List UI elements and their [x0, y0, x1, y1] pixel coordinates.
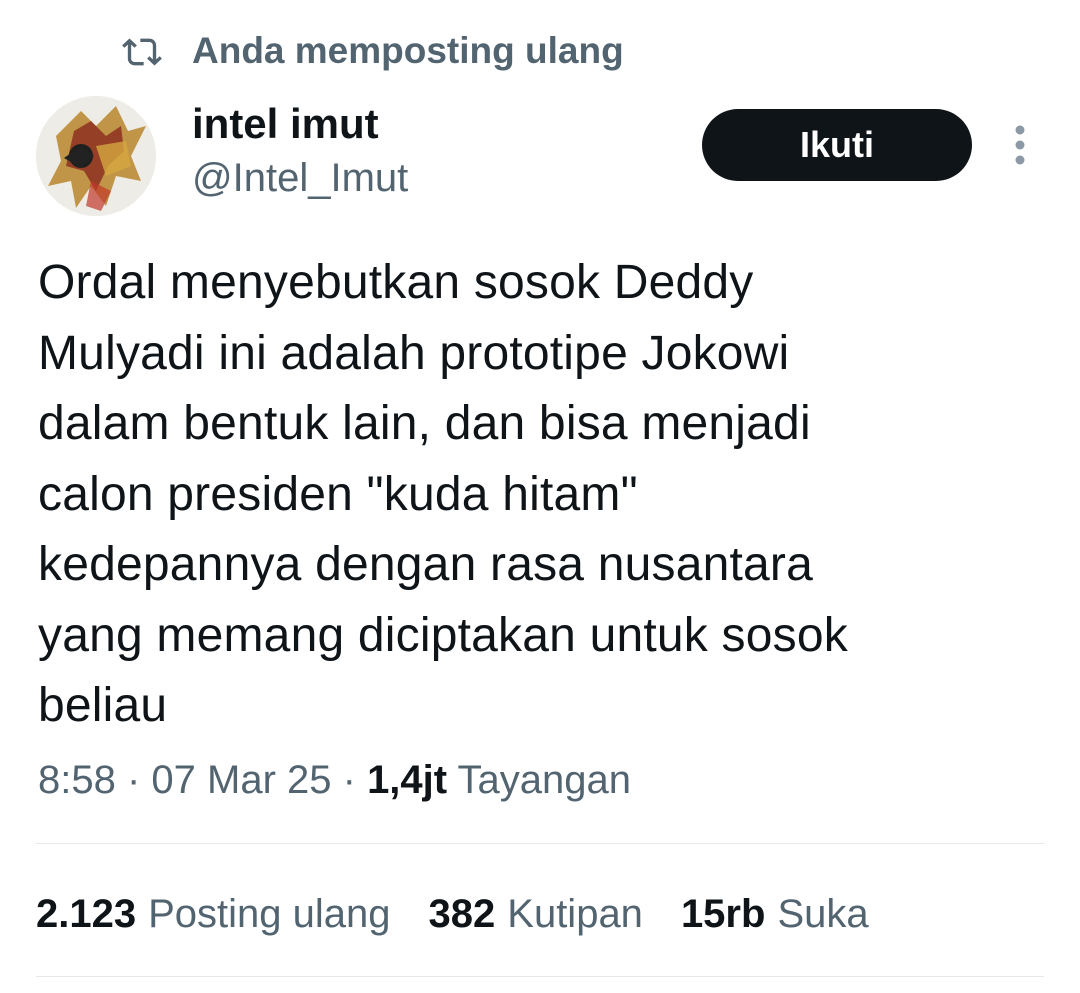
- reposts-count: 2.123: [36, 892, 137, 936]
- tweet-text-line: yang memang diciptakan untuk sosok: [38, 608, 848, 662]
- author-display-name[interactable]: intel imut: [192, 100, 379, 148]
- reposts-stat[interactable]: 2.123 Posting ulang: [36, 892, 391, 937]
- tweet-stats: 2.123 Posting ulang 382 Kutipan 15rb Suk…: [36, 892, 869, 937]
- tweet-meta: 8:58 · 07 Mar 25 · 1,4jt Tayangan: [38, 758, 631, 803]
- likes-count: 15rb: [680, 892, 766, 936]
- views-label: Tayangan: [457, 758, 631, 802]
- quotes-count: 382: [428, 892, 496, 936]
- tweet-text-line: beliau: [38, 679, 168, 732]
- more-vertical-icon: [1015, 125, 1025, 165]
- divider: [36, 843, 1044, 844]
- divider: [36, 976, 1044, 977]
- wayang-avatar-image: [36, 96, 156, 216]
- quotes-label: Kutipan: [507, 892, 643, 936]
- avatar[interactable]: [36, 96, 156, 216]
- tweet-text-line: Mulyadi ini adalah prototipe Jokowi: [38, 326, 790, 380]
- tweet-date[interactable]: 07 Mar 25: [151, 758, 331, 802]
- tweet-text: Ordal menyebutkan sosok Deddy Mulyadi in…: [38, 248, 1048, 742]
- reposts-label: Posting ulang: [148, 892, 391, 936]
- likes-label: Suka: [777, 892, 869, 936]
- quotes-stat[interactable]: 382 Kutipan: [429, 892, 643, 937]
- follow-button[interactable]: Ikuti: [702, 109, 972, 181]
- tweet-time[interactable]: 8:58: [38, 758, 116, 802]
- meta-separator: ·: [331, 758, 368, 802]
- repost-icon: [122, 38, 162, 66]
- more-options-button[interactable]: [1000, 122, 1040, 170]
- tweet-text-line: kedepannya dengan rasa nusantara: [38, 538, 814, 591]
- meta-separator: ·: [115, 758, 152, 802]
- likes-stat[interactable]: 15rb Suka: [681, 892, 869, 937]
- repost-banner-text: Anda memposting ulang: [192, 30, 624, 71]
- tweet-text-line: Ordal menyebutkan sosok Deddy: [38, 256, 754, 309]
- views-count: 1,4jt: [367, 758, 448, 802]
- tweet-text-line: dalam bentuk lain, dan bisa menjadi: [38, 397, 811, 450]
- tweet-text-line: calon presiden "kuda hitam": [38, 467, 638, 521]
- author-handle[interactable]: @Intel_Imut: [192, 156, 408, 201]
